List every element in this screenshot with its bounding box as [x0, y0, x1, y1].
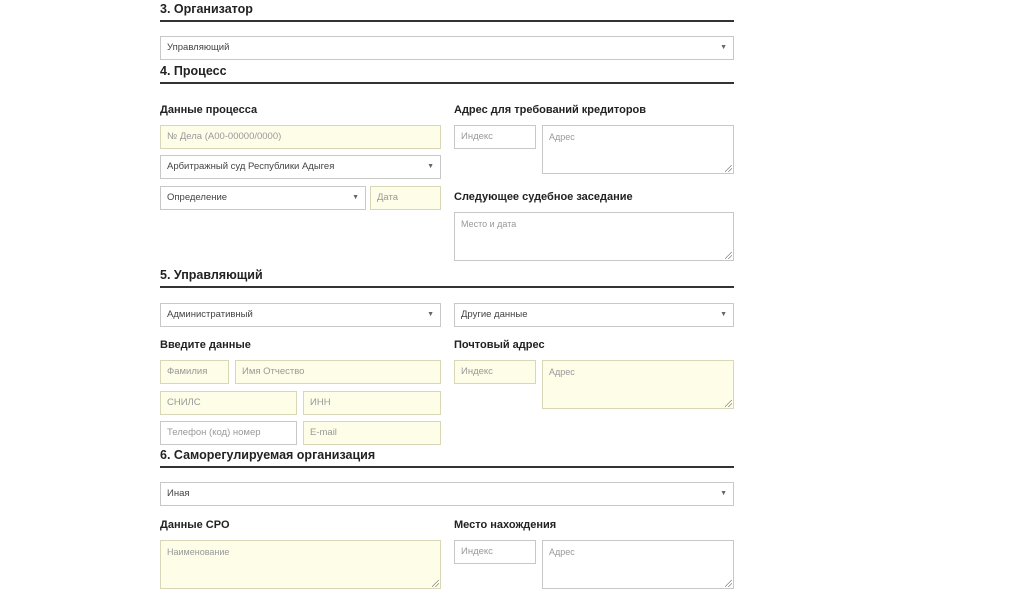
creditors-address-placeholder: Адрес — [549, 132, 575, 142]
sro-select[interactable]: Иная ▼ — [160, 482, 734, 506]
postal-address-placeholder: Адрес — [549, 367, 575, 377]
creditors-address-label: Адрес для требований кредиторов — [454, 104, 647, 116]
location-label: Место нахождения — [454, 519, 557, 531]
chevron-down-icon: ▼ — [720, 44, 727, 51]
chevron-down-icon: ▼ — [427, 311, 434, 318]
phone-input[interactable]: Телефон (код) номер — [160, 421, 297, 445]
chevron-down-icon: ▼ — [427, 163, 434, 170]
snils-input[interactable]: СНИЛС — [160, 391, 297, 415]
resize-grip-icon[interactable] — [725, 165, 732, 172]
court-select[interactable]: Арбитражный суд Республики Адыгея ▼ — [160, 155, 441, 179]
chevron-down-icon: ▼ — [720, 490, 727, 497]
sro-name-textarea[interactable]: Наименование — [160, 540, 441, 589]
organizer-select-value: Управляющий — [167, 42, 230, 53]
postal-address-label: Почтовый адрес — [454, 339, 545, 351]
resize-grip-icon[interactable] — [725, 400, 732, 407]
other-data-select-value: Другие данные — [461, 309, 528, 320]
next-hearing-placeholder: Место и дата — [461, 219, 517, 229]
resize-grip-icon[interactable] — [725, 580, 732, 587]
section-manager-title: 5. Управляющий — [160, 266, 734, 288]
creditors-index-input[interactable]: Индекс — [454, 125, 536, 149]
sro-data-label: Данные СРО — [160, 519, 230, 531]
creditors-address-textarea[interactable]: Адрес — [542, 125, 734, 174]
sro-address-placeholder: Адрес — [549, 547, 575, 557]
sro-address-textarea[interactable]: Адрес — [542, 540, 734, 589]
act-type-select-value: Определение — [167, 192, 228, 203]
section-organizer-title: 3. Организатор — [160, 0, 734, 22]
resize-grip-icon[interactable] — [432, 580, 439, 587]
act-type-select[interactable]: Определение ▼ — [160, 186, 366, 210]
sro-index-input[interactable]: Индекс — [454, 540, 536, 564]
inn-input[interactable]: ИНН — [303, 391, 441, 415]
case-number-input[interactable]: № Дела (А00-00000/0000) — [160, 125, 441, 149]
chevron-down-icon: ▼ — [352, 194, 359, 201]
organizer-select[interactable]: Управляющий ▼ — [160, 36, 734, 60]
chevron-down-icon: ▼ — [720, 311, 727, 318]
manager-type-select-value: Административный — [167, 309, 253, 320]
other-data-select[interactable]: Другие данные ▼ — [454, 303, 734, 327]
date-input[interactable]: Дата — [370, 186, 441, 210]
section-process-title: 4. Процесс — [160, 62, 734, 84]
surname-input[interactable]: Фамилия — [160, 360, 229, 384]
sro-name-placeholder: Наименование — [167, 547, 230, 557]
section-sro-title: 6. Саморегулируемая организация — [160, 446, 734, 468]
next-hearing-label: Следующее судебное заседание — [454, 191, 633, 203]
resize-grip-icon[interactable] — [725, 252, 732, 259]
name-input[interactable]: Имя Отчество — [235, 360, 441, 384]
postal-index-input[interactable]: Индекс — [454, 360, 536, 384]
enter-data-label: Введите данные — [160, 339, 251, 351]
process-data-label: Данные процесса — [160, 104, 258, 116]
next-hearing-textarea[interactable]: Место и дата — [454, 212, 734, 261]
manager-type-select[interactable]: Административный ▼ — [160, 303, 441, 327]
court-select-value: Арбитражный суд Республики Адыгея — [167, 161, 335, 172]
postal-address-textarea[interactable]: Адрес — [542, 360, 734, 409]
sro-select-value: Иная — [167, 488, 190, 499]
email-input[interactable]: E-mail — [303, 421, 441, 445]
